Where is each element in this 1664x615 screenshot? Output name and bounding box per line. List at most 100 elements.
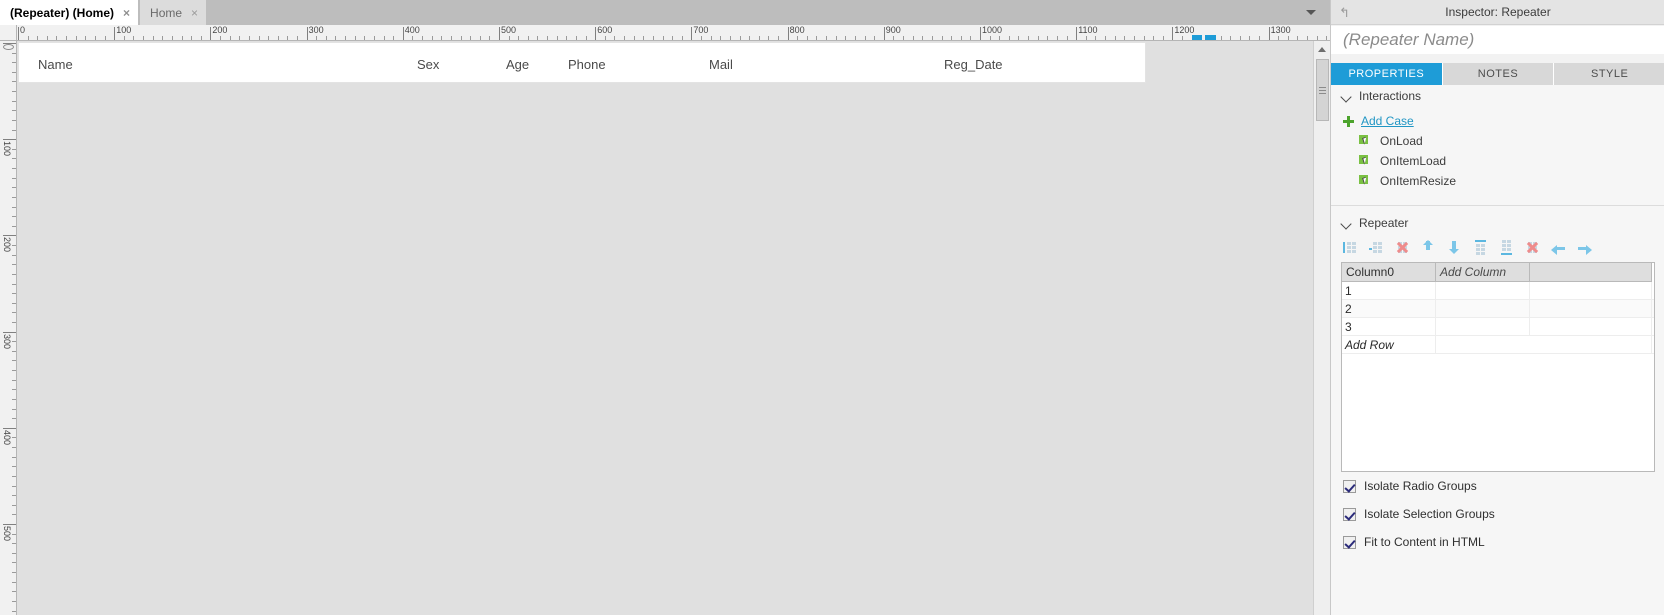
interaction-event-row[interactable]: OnItemLoad [1331,151,1664,171]
tab-style[interactable]: STYLE [1554,63,1664,85]
ruler-tick-minor [325,36,327,40]
checkbox[interactable] [1343,535,1356,549]
collapse-panel-icon[interactable]: ↰ [1339,6,1352,19]
repeater-column-header[interactable]: Name [38,57,73,72]
event-cursor-icon [1359,134,1372,148]
repeater-name-input[interactable] [1331,26,1664,54]
interaction-events-list: OnLoad OnItemLoad OnItemResize [1331,131,1664,191]
ruler-tick-minor [1114,36,1116,40]
canvas-vertical-scrollbar[interactable] [1313,41,1330,615]
option-row[interactable]: Isolate Radio Groups [1331,472,1664,500]
repeater-data-grid[interactable]: Column0 Add Column 1 2 3 Add Row [1341,262,1655,472]
scroll-up-button[interactable] [1314,41,1330,57]
insert-row-below-icon[interactable] [1499,239,1514,255]
section-title: Interactions [1359,89,1422,103]
add-column-header[interactable]: Add Column [1436,263,1530,282]
repeater-column-header[interactable]: Sex [417,57,439,72]
grid-cell[interactable] [1530,300,1652,317]
ruler-tick-minor [1220,36,1222,40]
ruler-tick-minor [422,36,424,40]
grid-data-row[interactable]: 2 [1342,300,1654,318]
checkbox[interactable] [1343,479,1356,493]
add-row-label[interactable]: Add Row [1342,336,1436,353]
ruler-tick [12,485,16,487]
insert-row-above-icon[interactable] [1473,239,1488,255]
event-cursor-icon [1359,154,1372,168]
ruler-tick-minor [431,36,433,40]
ruler-tick-minor [1316,36,1318,40]
grid-cell[interactable]: 3 [1342,318,1436,335]
ruler-tick [12,196,16,198]
grid-cell[interactable] [1436,336,1652,353]
ruler-tick [12,71,16,73]
ruler-tick-minor [220,36,222,40]
move-column-left-icon[interactable] [1551,240,1566,255]
move-column-right-icon[interactable] [1577,240,1592,255]
grid-cell[interactable] [1436,318,1530,335]
grid-cell[interactable] [1530,318,1652,335]
grid-cell[interactable] [1436,300,1530,317]
repeater-widget[interactable]: Name Sex Age Phone Mail Reg_Date [18,42,1146,83]
interaction-event-row[interactable]: OnItemResize [1331,171,1664,191]
add-case-row[interactable]: Add Case [1331,111,1664,131]
grid-column-header[interactable] [1530,263,1652,282]
insert-column-before-icon[interactable] [1343,240,1358,255]
repeater-column-header[interactable]: Reg_Date [944,57,1003,72]
delete-column-icon[interactable] [1395,240,1410,255]
ruler-label: 500 [501,25,517,35]
tab-notes[interactable]: NOTES [1442,63,1555,85]
grid-cell[interactable] [1530,282,1652,299]
ruler-tick-minor [152,36,154,40]
ruler-tick-minor [171,36,173,40]
move-row-up-icon[interactable] [1421,239,1436,255]
inspector-title: Inspector: Repeater [1445,5,1551,19]
ruler-tick [12,100,16,102]
ruler-tick-minor [1230,36,1232,40]
repeater-column-header[interactable]: Phone [568,57,606,72]
grid-data-row[interactable]: 1 [1342,282,1654,300]
ruler-label: 400 [404,25,420,35]
chevron-down-icon [1341,90,1353,102]
grid-data-row[interactable]: 3 [1342,318,1654,336]
ruler-tick-minor [1133,36,1135,40]
repeater-column-header[interactable]: Mail [709,57,733,72]
close-icon[interactable]: × [191,7,198,19]
ruler-tick-minor [537,36,539,40]
ruler-label: 400 [2,429,12,445]
grid-cell[interactable]: 1 [1342,282,1436,299]
ruler-tick-minor [922,36,924,40]
ruler-tick-minor [758,36,760,40]
move-row-down-icon[interactable] [1447,240,1462,255]
document-tab-label: (Repeater) (Home) [10,5,115,20]
checkbox[interactable] [1343,507,1356,521]
add-row-row[interactable]: Add Row [1342,336,1654,354]
grid-cell[interactable]: 2 [1342,300,1436,317]
document-tab-home[interactable]: Home × [140,0,207,25]
option-row[interactable]: Isolate Selection Groups [1331,500,1664,528]
ruler-tick-minor [527,36,529,40]
ruler-tick-minor [903,36,905,40]
scrollbar-thumb[interactable] [1316,59,1329,121]
interaction-event-row[interactable]: OnLoad [1331,131,1664,151]
horizontal-ruler[interactable]: 0 100 200 300 400 500 600 700 800 900 1000 1100 1200… [0,25,1330,41]
insert-column-after-icon[interactable] [1369,240,1384,255]
delete-row-icon[interactable] [1525,240,1540,255]
grid-cell[interactable] [1436,282,1530,299]
ruler-tick-minor [624,36,626,40]
close-icon[interactable]: × [123,7,130,19]
event-label: OnLoad [1380,134,1423,148]
repeater-column-header[interactable]: Age [506,57,529,72]
vertical-ruler[interactable]: 100 200 300 400 500 [0,41,17,615]
design-canvas[interactable]: Name Sex Age Phone Mail Reg_Date [17,41,1313,615]
ruler-tick-minor [1095,36,1097,40]
ruler-tick [12,581,16,583]
add-case-link[interactable]: Add Case [1361,114,1414,128]
section-header-repeater[interactable]: Repeater [1331,212,1664,234]
grid-column-header[interactable]: Column0 [1342,263,1436,282]
document-tab-repeater-home[interactable]: (Repeater) (Home) × [0,0,139,25]
option-row[interactable]: Fit to Content in HTML [1331,528,1664,556]
tab-overflow-button[interactable] [1300,0,1322,25]
section-header-interactions[interactable]: Interactions [1331,85,1664,107]
ruler-tick-minor [826,36,828,40]
tab-properties[interactable]: PROPERTIES [1331,63,1443,85]
